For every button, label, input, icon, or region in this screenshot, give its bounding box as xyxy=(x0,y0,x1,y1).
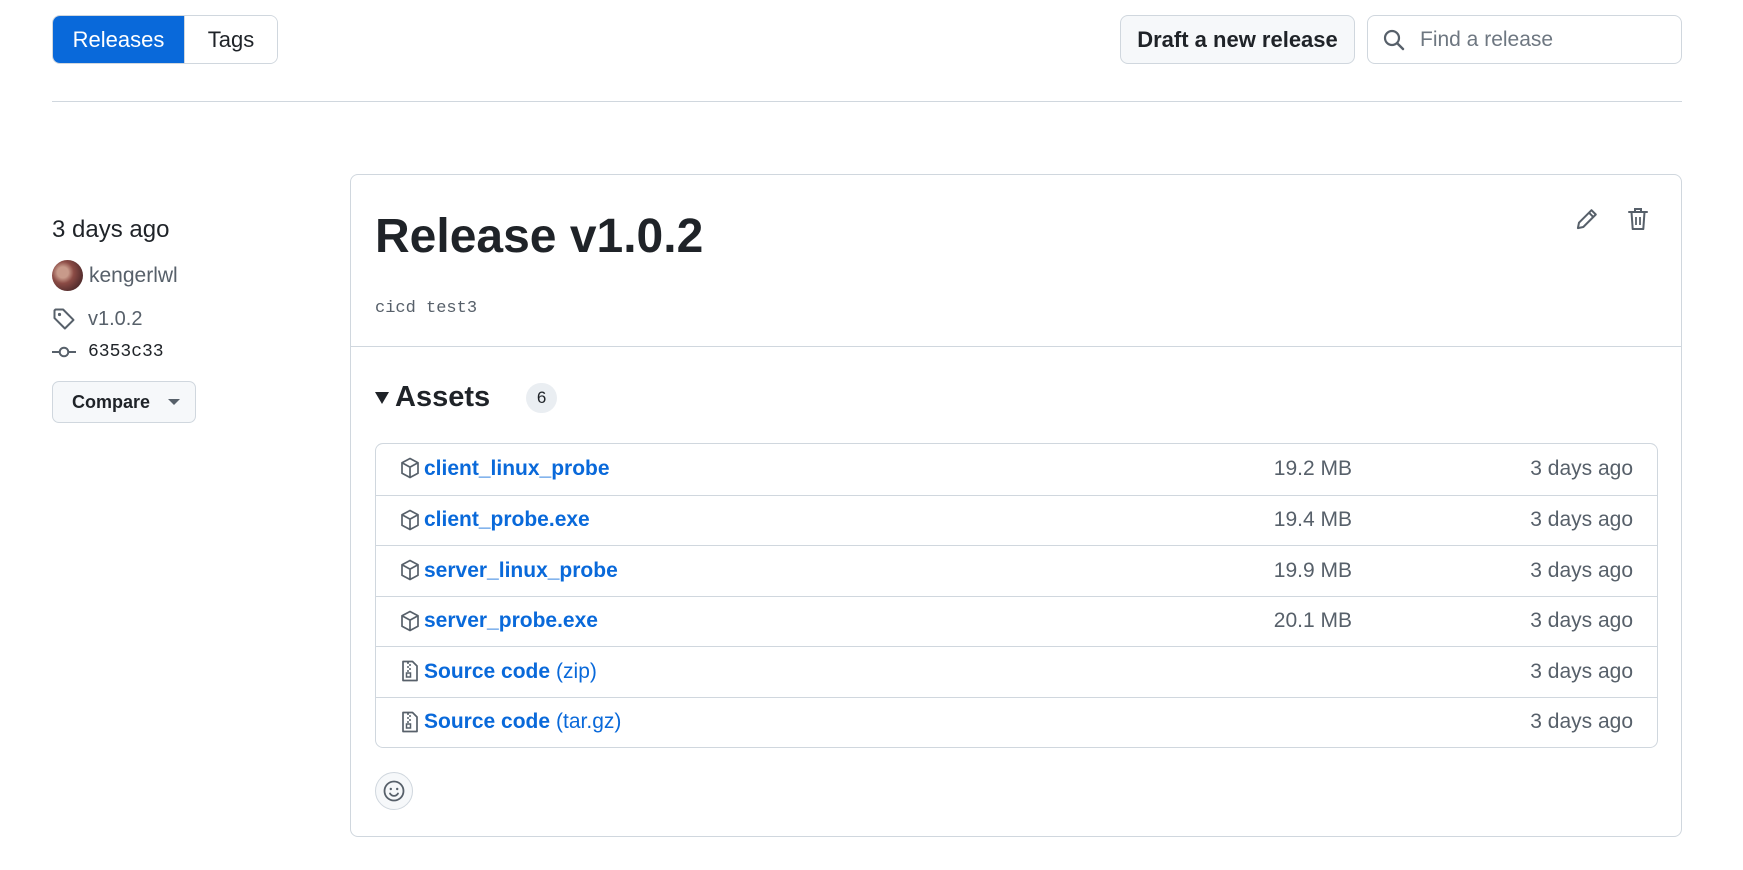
asset-list: client_linux_probe 19.2 MB 3 days ago clien… xyxy=(375,443,1658,748)
chevron-down-icon xyxy=(168,399,181,405)
pencil-icon xyxy=(1576,209,1597,230)
asset-name[interactable]: Source code xyxy=(424,660,550,683)
asset-name[interactable]: server_linux_probe xyxy=(424,559,618,582)
file-zip-icon xyxy=(399,659,421,683)
release-commit[interactable]: 6353c33 xyxy=(52,342,164,362)
asset-date: 3 days ago xyxy=(1530,508,1633,532)
avatar[interactable] xyxy=(52,260,83,291)
asset-format[interactable]: (zip) xyxy=(556,660,597,683)
asset-name[interactable]: client_probe.exe xyxy=(424,508,590,531)
asset-name[interactable]: Source code xyxy=(424,710,550,733)
search-icon xyxy=(1382,27,1408,53)
release-card: Release v1.0.2 cicd test3 Assets 6 clien… xyxy=(350,174,1682,837)
package-icon xyxy=(399,558,421,582)
release-date: 3 days ago xyxy=(52,216,170,243)
smiley-icon xyxy=(383,780,405,802)
compare-label: Compare xyxy=(72,391,151,412)
asset-row: client_probe.exe 19.4 MB 3 days ago xyxy=(376,494,1657,546)
release-tag[interactable]: v1.0.2 xyxy=(52,307,142,331)
assets-heading: Assets xyxy=(395,381,491,413)
tag-icon xyxy=(52,307,82,331)
release-author[interactable]: kengerlwl xyxy=(52,260,178,291)
triangle-down-icon xyxy=(375,391,389,404)
asset-format[interactable]: (tar.gz) xyxy=(556,710,621,733)
author-name[interactable]: kengerlwl xyxy=(89,264,178,288)
asset-row: Source code (tar.gz) 3 days ago xyxy=(376,696,1657,748)
asset-name[interactable]: client_linux_probe xyxy=(424,457,610,480)
package-icon xyxy=(399,508,421,532)
asset-date: 3 days ago xyxy=(1530,710,1633,734)
commit-sha[interactable]: 6353c33 xyxy=(88,342,164,362)
search-input[interactable] xyxy=(1420,27,1660,52)
release-notes: cicd test3 xyxy=(375,299,478,318)
find-release-search xyxy=(1367,15,1682,64)
asset-row: server_linux_probe 19.9 MB 3 days ago xyxy=(376,545,1657,596)
asset-date: 3 days ago xyxy=(1530,457,1633,481)
asset-row: Source code (zip) 3 days ago xyxy=(376,646,1657,697)
asset-link[interactable]: client_probe.exe xyxy=(424,508,590,532)
asset-date: 3 days ago xyxy=(1530,609,1633,633)
compare-button[interactable]: Compare xyxy=(52,381,196,423)
assets-toggle[interactable]: Assets 6 xyxy=(375,381,558,414)
asset-link[interactable]: server_linux_probe xyxy=(424,559,618,583)
asset-link[interactable]: Source code (tar.gz) xyxy=(424,710,621,734)
asset-link[interactable]: server_probe.exe xyxy=(424,609,598,633)
tag-label[interactable]: v1.0.2 xyxy=(88,308,142,331)
asset-size: 19.2 MB xyxy=(1273,457,1352,481)
release-title[interactable]: Release v1.0.2 xyxy=(375,209,703,264)
tags-tab[interactable]: Tags xyxy=(184,16,277,63)
asset-date: 3 days ago xyxy=(1530,659,1633,683)
delete-release-button[interactable] xyxy=(1624,205,1652,233)
package-icon xyxy=(399,609,421,633)
edit-release-button[interactable] xyxy=(1573,205,1601,233)
assets-count-badge: 6 xyxy=(526,382,558,413)
asset-size: 19.9 MB xyxy=(1273,558,1352,582)
release-header: Release v1.0.2 cicd test3 xyxy=(351,175,1681,347)
asset-name[interactable]: server_probe.exe xyxy=(424,609,598,632)
asset-row: server_probe.exe 20.1 MB 3 days ago xyxy=(376,595,1657,647)
asset-size: 20.1 MB xyxy=(1273,609,1352,633)
header-divider xyxy=(52,101,1682,102)
releases-tab[interactable]: Releases xyxy=(53,16,184,63)
git-commit-icon xyxy=(52,345,82,359)
asset-date: 3 days ago xyxy=(1530,558,1633,582)
package-icon xyxy=(399,456,421,480)
file-zip-icon xyxy=(399,710,421,734)
asset-row: client_linux_probe 19.2 MB 3 days ago xyxy=(376,444,1657,495)
add-reaction-button[interactable] xyxy=(375,772,413,810)
asset-link[interactable]: client_linux_probe xyxy=(424,457,610,481)
trash-icon xyxy=(1628,208,1648,230)
asset-size: 19.4 MB xyxy=(1273,508,1352,532)
releases-tags-toggle: Releases Tags xyxy=(52,15,278,64)
draft-new-release-button[interactable]: Draft a new release xyxy=(1120,15,1355,64)
asset-link[interactable]: Source code (zip) xyxy=(424,660,597,684)
